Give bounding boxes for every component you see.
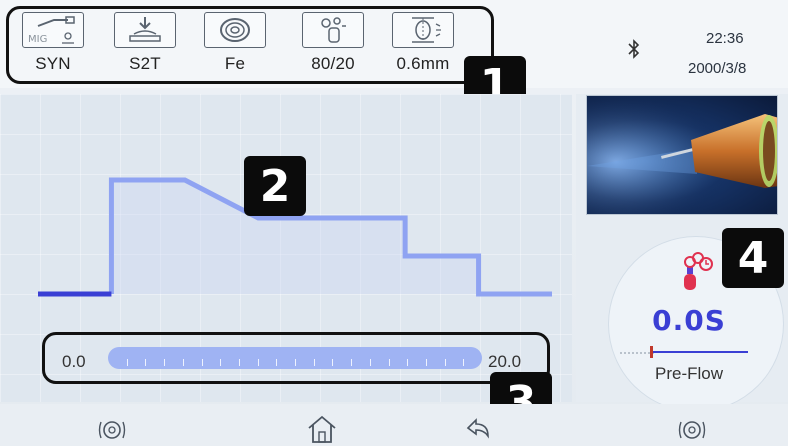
back-icon[interactable] (458, 412, 494, 444)
mode-synergic[interactable]: MIG SYN (18, 12, 88, 80)
mode-label: 80/20 (311, 54, 355, 73)
parameter-slider[interactable] (108, 347, 482, 369)
dial-marker (650, 346, 653, 358)
slider-tick (126, 359, 128, 366)
preflow-label: Pre-Flow (654, 364, 723, 383)
dial-track-dotted (620, 352, 654, 354)
clock-time: 22:36 (706, 30, 744, 47)
mode-material[interactable]: Fe (200, 12, 270, 80)
slider-tick (407, 359, 409, 366)
slider-tick (182, 359, 184, 366)
wire-spool-icon (204, 12, 266, 48)
slider-tick (313, 359, 315, 366)
gas-mix-icon (302, 12, 364, 48)
slider-tick (369, 359, 371, 366)
slider-tick (425, 359, 427, 366)
slider-min-label: 0.0 (62, 352, 86, 371)
slider-max-label: 20.0 (488, 352, 522, 371)
slider-tick (463, 359, 465, 366)
clock-date: 2000/3/8 (688, 60, 747, 77)
mode-gas[interactable]: 80/20 (298, 12, 368, 80)
mode-label: SYN (35, 54, 71, 73)
mode-label: Fe (224, 54, 246, 73)
mode-label: 0.6mm (396, 54, 450, 73)
slider-tick (351, 359, 353, 366)
slider-tick (220, 359, 222, 366)
dial-track (652, 351, 748, 353)
slider-tick (257, 359, 259, 366)
wire-diameter-icon (392, 12, 454, 48)
gas-cylinder-icon (684, 252, 713, 290)
callout-badge-2: 2 (244, 156, 306, 216)
left-knob-icon[interactable] (94, 412, 130, 444)
trigger-mode-icon (114, 12, 176, 48)
slider-tick (164, 359, 166, 366)
preflow-value: 0.0S (652, 304, 726, 337)
slider-tick (388, 359, 390, 366)
home-icon[interactable] (304, 412, 340, 444)
mig-torch-icon: MIG (22, 12, 84, 48)
torch-preview-image (586, 95, 778, 215)
slider-tick (276, 359, 278, 366)
slider-tick (238, 359, 240, 366)
slider-tick (201, 359, 203, 366)
mode-label: S2T (129, 54, 161, 73)
welder-screen: MIG SYN S2T Fe 80/20 0.6mm 1 22:36 2000/… (0, 0, 788, 446)
svg-text:MIG: MIG (28, 34, 47, 45)
mode-trigger[interactable]: S2T (110, 12, 180, 80)
right-knob-icon[interactable] (674, 412, 710, 444)
slider-tick (444, 359, 446, 366)
slider-tick (295, 359, 296, 366)
slider-tick (332, 359, 334, 366)
slider-tick (145, 359, 147, 366)
mode-wire-diameter[interactable]: 0.6mm (388, 12, 458, 80)
callout-badge-4: 4 (722, 228, 784, 288)
bluetooth-icon (628, 39, 640, 59)
